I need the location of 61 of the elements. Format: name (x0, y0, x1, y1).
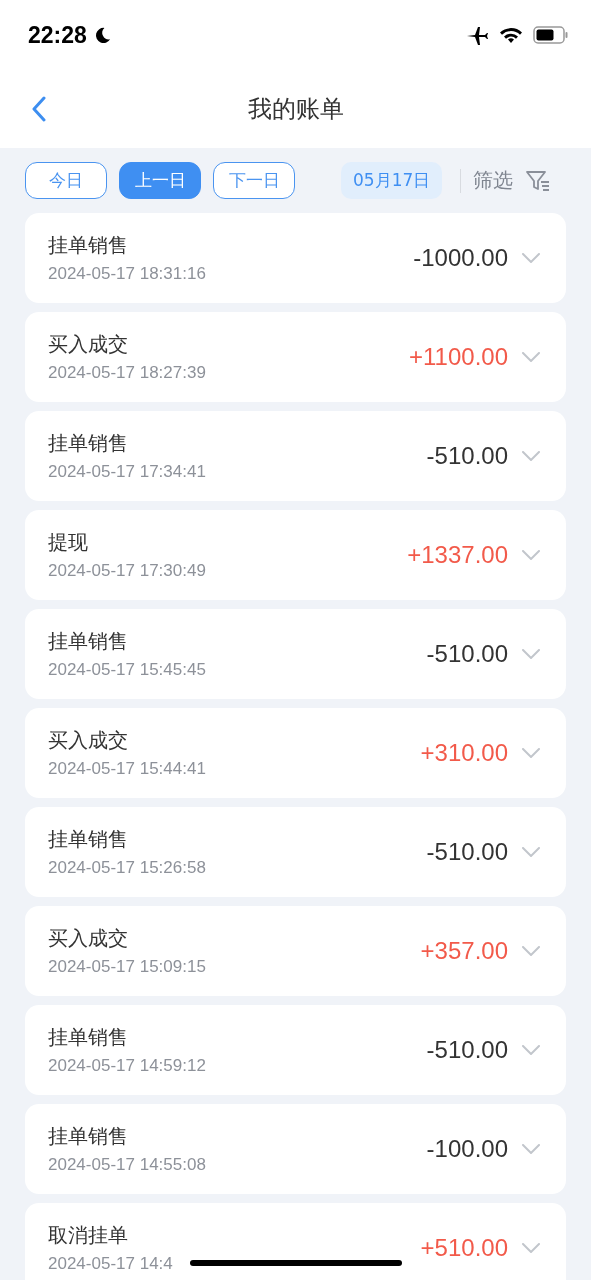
record-amount: +1337.00 (407, 541, 508, 569)
chevron-down-icon[interactable] (522, 748, 540, 758)
record-title: 挂单销售 (48, 232, 129, 259)
record-amount: +510.00 (420, 1234, 508, 1262)
chevron-down-icon[interactable] (522, 253, 540, 263)
record-time: 2024-05-17 15:44:41 (48, 759, 206, 779)
chevron-down-icon[interactable] (522, 847, 540, 857)
record-time: 2024-05-17 18:27:39 (48, 363, 206, 383)
record-amount: +310.00 (420, 739, 508, 767)
filter-icon[interactable] (525, 169, 552, 192)
record-time: 2024-05-17 14:59:12 (48, 1056, 206, 1076)
bill-card[interactable]: 挂单销售 2024-05-17 15:26:58 -510.00 (25, 807, 566, 897)
record-time: 2024-05-17 18:31:16 (48, 264, 206, 284)
bill-card[interactable]: 提现 2024-05-17 17:30:49 +1337.00 (25, 510, 566, 600)
chevron-down-icon[interactable] (522, 352, 540, 362)
record-title: 挂单销售 (48, 628, 129, 655)
record-time: 2024-05-17 14:4 (48, 1254, 173, 1274)
record-title: 提现 (48, 529, 89, 556)
record-amount: -510.00 (426, 1036, 508, 1064)
record-time: 2024-05-17 15:26:58 (48, 858, 206, 878)
record-title: 买入成交 (48, 727, 129, 754)
bill-card[interactable]: 买入成交 2024-05-17 15:09:15 +357.00 (25, 906, 566, 996)
chevron-down-icon[interactable] (522, 1045, 540, 1055)
status-time: 22:28 (28, 21, 87, 49)
chevron-down-icon[interactable] (522, 649, 540, 659)
record-time: 2024-05-17 15:09:15 (48, 957, 206, 977)
bill-card[interactable]: 买入成交 2024-05-17 18:27:39 +1100.00 (25, 312, 566, 402)
record-amount: -1000.00 (413, 244, 508, 272)
record-title: 挂单销售 (48, 826, 129, 853)
record-title: 买入成交 (48, 925, 129, 952)
bill-card[interactable]: 挂单销售 2024-05-17 15:45:45 -510.00 (25, 609, 566, 699)
record-title: 挂单销售 (48, 1024, 129, 1051)
bill-card[interactable]: 取消挂单 2024-05-17 14:4 +510.00 (25, 1203, 566, 1280)
record-time: 2024-05-17 17:34:41 (48, 462, 206, 482)
chevron-down-icon[interactable] (522, 946, 540, 956)
record-time: 2024-05-17 14:55:08 (48, 1155, 206, 1175)
chevron-down-icon[interactable] (522, 1144, 540, 1154)
bill-card[interactable]: 挂单销售 2024-05-17 18:31:16 -1000.00 (25, 213, 566, 303)
chevron-down-icon[interactable] (522, 550, 540, 560)
wifi-icon (499, 26, 523, 44)
bill-card[interactable]: 挂单销售 2024-05-17 17:34:41 -510.00 (25, 411, 566, 501)
chevron-down-icon[interactable] (522, 1243, 540, 1253)
battery-icon (533, 26, 569, 44)
bill-card[interactable]: 挂单销售 2024-05-17 14:55:08 -100.00 (25, 1104, 566, 1194)
record-time: 2024-05-17 15:45:45 (48, 660, 206, 680)
record-amount: -100.00 (426, 1135, 508, 1163)
record-amount: -510.00 (426, 640, 508, 668)
back-icon[interactable] (32, 96, 46, 122)
record-title: 挂单销售 (48, 1123, 129, 1150)
record-amount: +1100.00 (409, 343, 508, 371)
record-time: 2024-05-17 17:30:49 (48, 561, 206, 581)
chevron-down-icon[interactable] (522, 451, 540, 461)
page-title: 我的账单 (247, 94, 344, 125)
record-amount: -510.00 (426, 442, 508, 470)
record-amount: +357.00 (420, 937, 508, 965)
bill-card[interactable]: 挂单销售 2024-05-17 14:59:12 -510.00 (25, 1005, 566, 1095)
record-amount: -510.00 (426, 838, 508, 866)
record-title: 取消挂单 (48, 1222, 129, 1249)
record-title: 买入成交 (48, 331, 129, 358)
bill-card[interactable]: 买入成交 2024-05-17 15:44:41 +310.00 (25, 708, 566, 798)
record-title: 挂单销售 (48, 430, 129, 457)
